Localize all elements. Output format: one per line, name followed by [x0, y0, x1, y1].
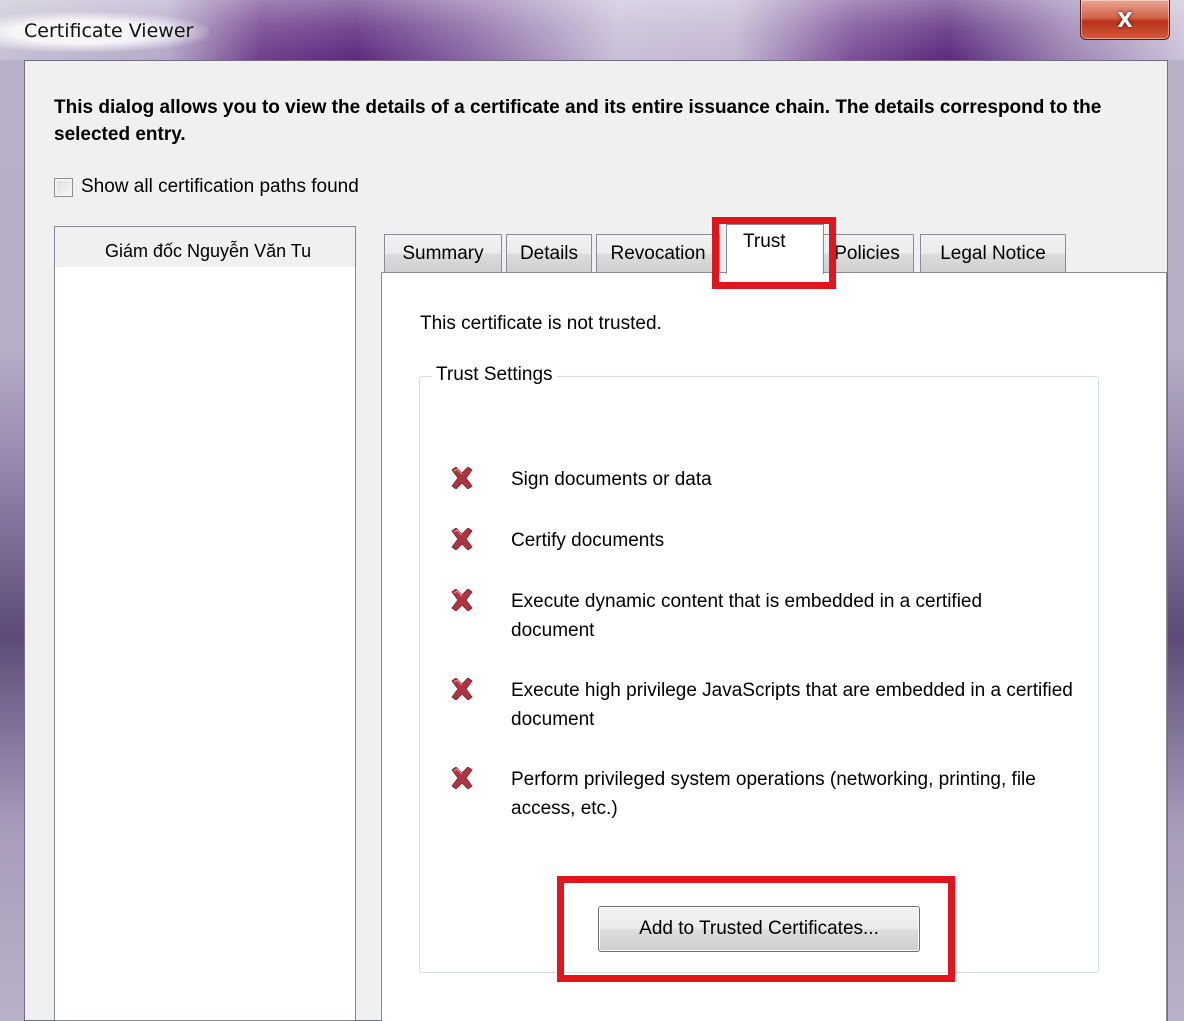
permission-text: Sign documents or data [511, 469, 712, 490]
x-mark-icon [451, 467, 473, 489]
tab-trust[interactable]: Trust [726, 224, 824, 274]
certificate-chain-tree[interactable]: Giám đốc Nguyễn Văn Tu [54, 226, 356, 1021]
x-mark-icon [451, 767, 473, 789]
tab-legal-notice[interactable]: Legal Notice [920, 234, 1066, 272]
close-button[interactable]: X [1080, 0, 1170, 40]
tab-details[interactable]: Details [506, 234, 592, 272]
tab-revocation[interactable]: Revocation [596, 234, 720, 272]
window-frame-left [0, 60, 24, 1021]
dialog-description: This dialog allows you to view the detai… [54, 97, 1102, 145]
x-mark-icon [451, 589, 473, 611]
close-icon: X [1117, 7, 1133, 32]
x-mark-icon [451, 678, 473, 700]
permission-text: Execute high privilege JavaScripts that … [511, 680, 1073, 730]
show-all-paths-label[interactable]: Show all certification paths found [81, 176, 359, 198]
window-title: Certificate Viewer [0, 12, 210, 52]
permission-text: Execute dynamic content that is embedded… [511, 591, 983, 641]
tab-summary[interactable]: Summary [384, 234, 502, 272]
add-to-trusted-certificates-button[interactable]: Add to Trusted Certificates... [598, 906, 920, 952]
trust-settings-label: Trust Settings [432, 364, 557, 386]
permission-text: Perform privileged system operations (ne… [511, 769, 1036, 819]
x-mark-icon [451, 528, 473, 550]
trust-status-text: This certificate is not trusted. [420, 313, 662, 334]
show-all-paths-option[interactable]: Show all certification paths found [54, 176, 359, 198]
show-all-paths-checkbox[interactable] [54, 177, 73, 197]
tab-policies[interactable]: Policies [820, 234, 914, 272]
window-frame-right [1168, 60, 1184, 1021]
tree-item-certificate[interactable]: Giám đốc Nguyễn Văn Tu [55, 227, 355, 267]
permission-text: Certify documents [511, 530, 665, 551]
